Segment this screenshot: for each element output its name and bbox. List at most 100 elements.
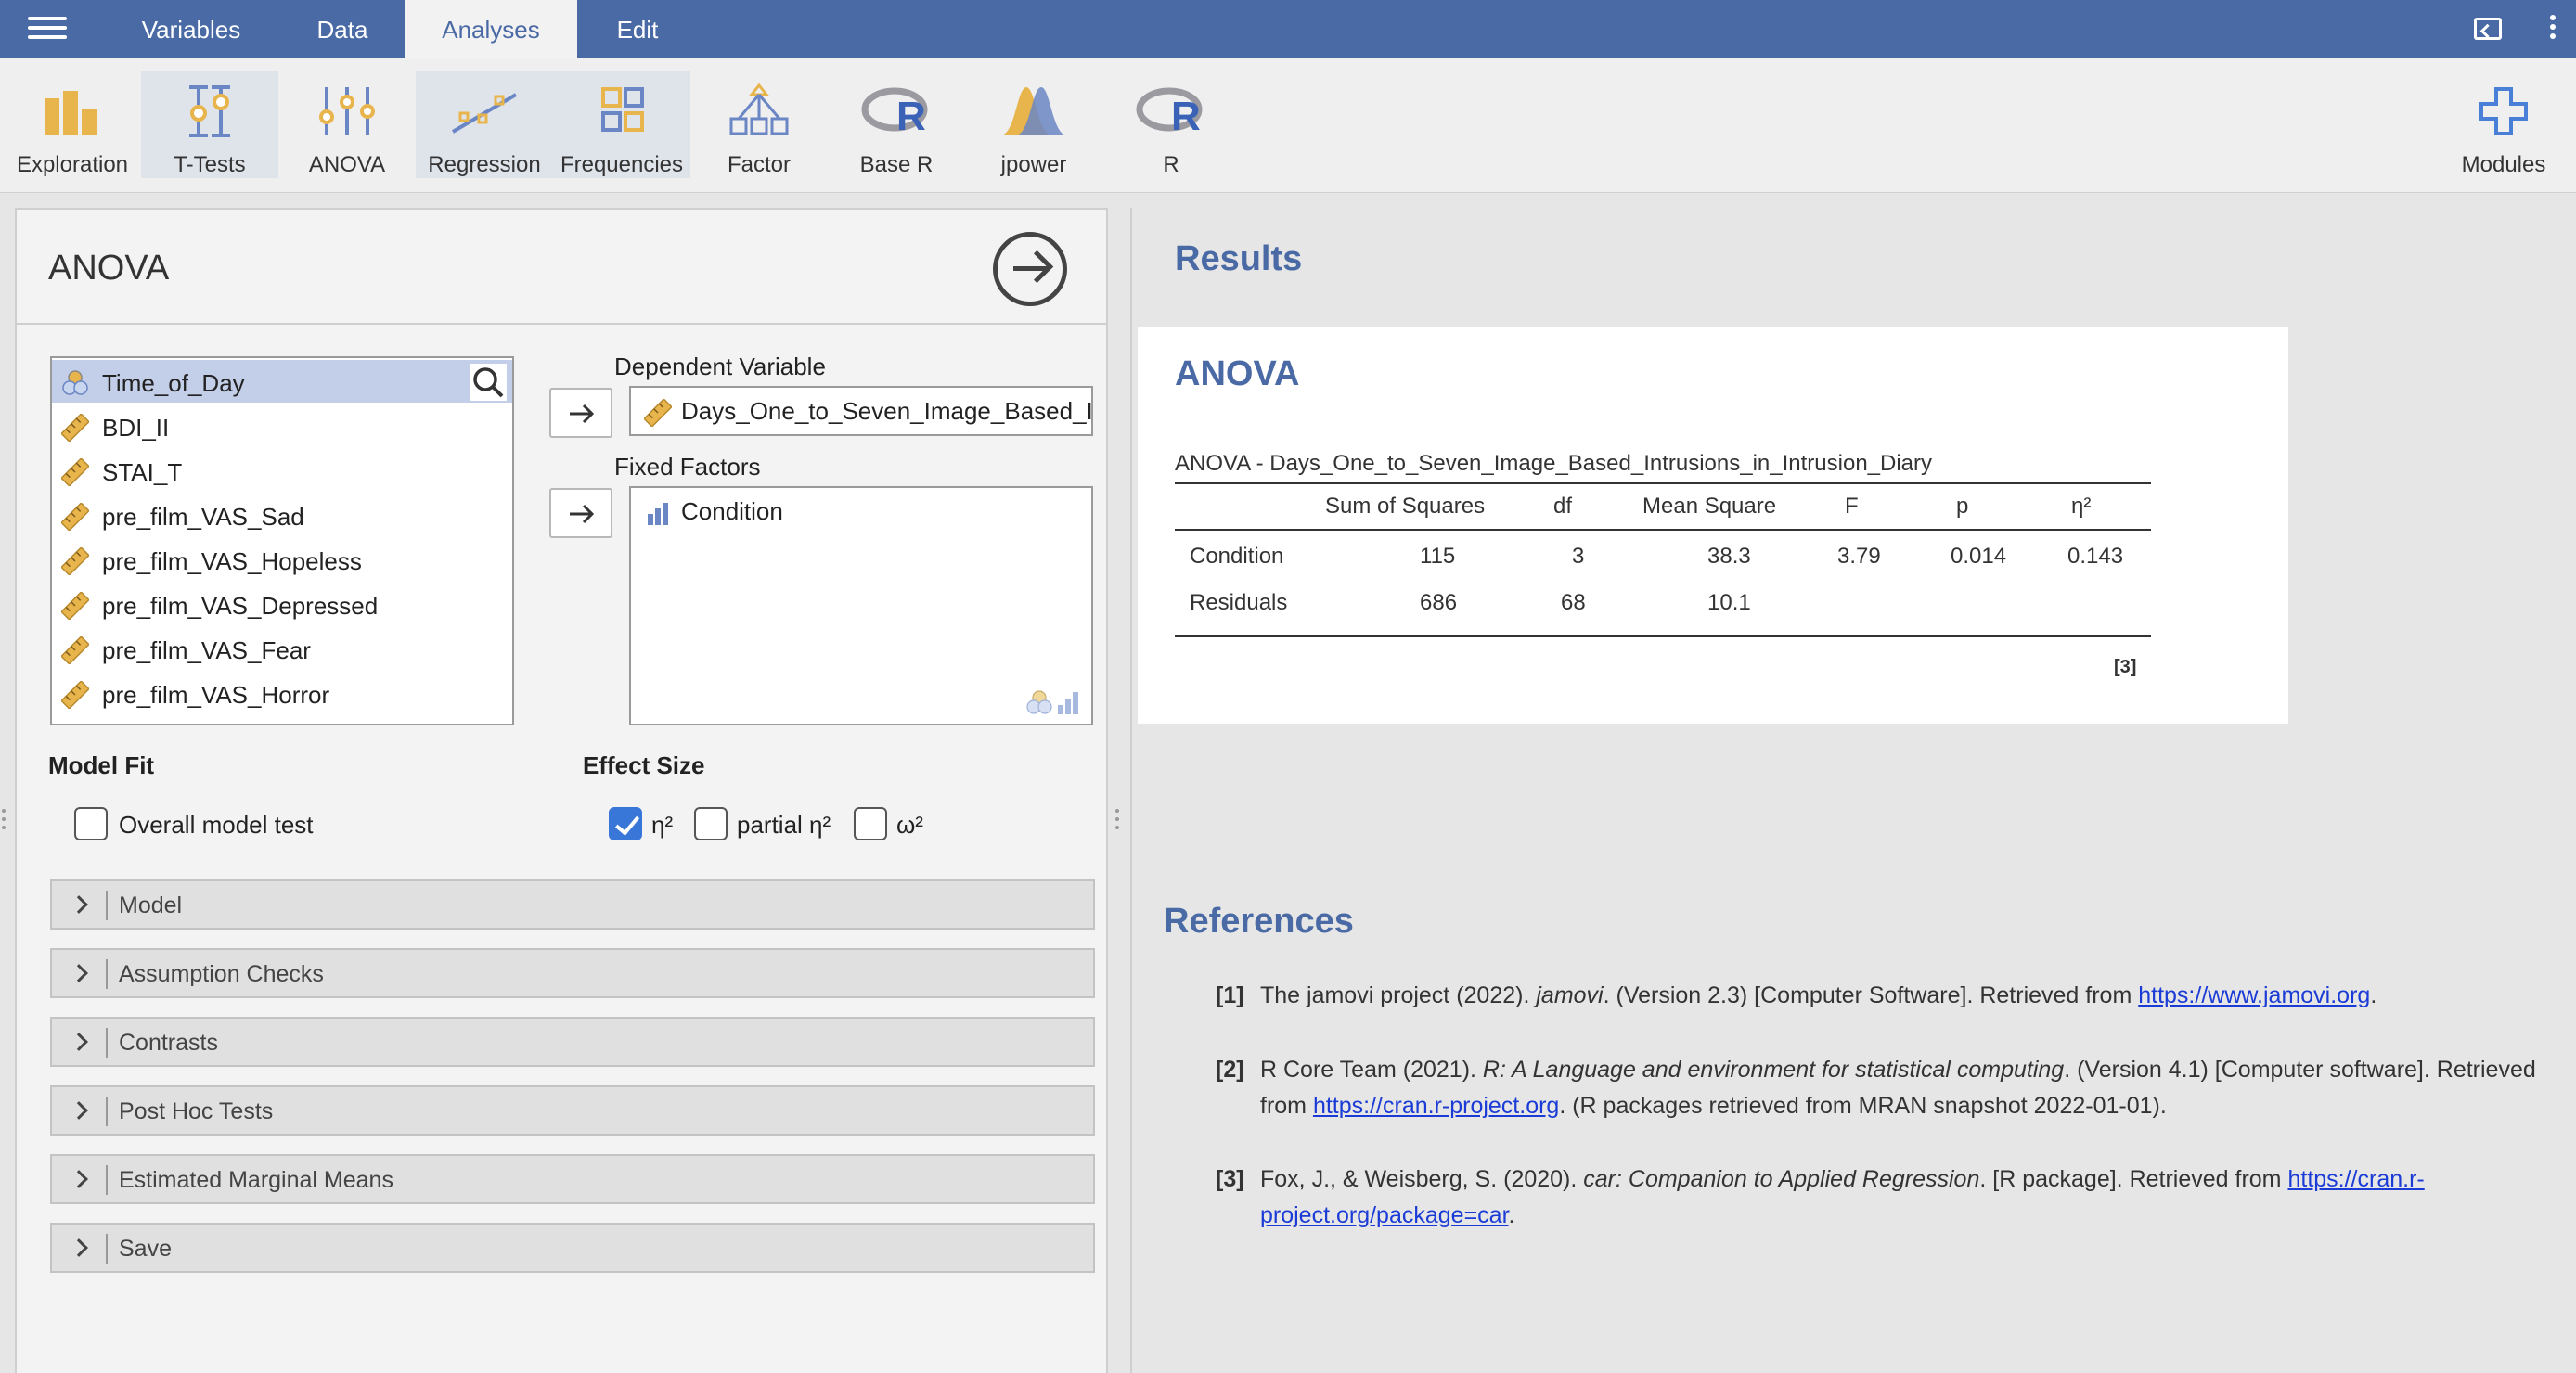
arrow-right-circle-icon[interactable]	[993, 232, 1067, 306]
section-estimated-marginal-means[interactable]: Estimated Marginal Means	[50, 1154, 1095, 1204]
table-cell: 686	[1420, 590, 1458, 615]
table-caption: ANOVA - Days_One_to_Seven_Image_Based_In…	[1175, 451, 1933, 476]
options-panel: ANOVA Time_of_Day BDI_II STAI_T pre_film…	[15, 208, 1108, 1373]
tab-analyses[interactable]: Analyses	[405, 0, 577, 58]
section-contrasts[interactable]: Contrasts	[50, 1017, 1095, 1067]
top-navigation-bar: Variables Data Analyses Edit	[0, 0, 2576, 58]
dependent-variable-slot[interactable]: Days_One_to_Seven_Image_Based_Intrusions…	[629, 386, 1093, 436]
column-header: p	[1956, 494, 1969, 519]
omega-squared-label: ω²	[896, 811, 923, 839]
references-heading: References	[1164, 902, 1354, 941]
variable-name: Condition	[681, 497, 783, 525]
tab-edit[interactable]: Edit	[594, 0, 681, 58]
table-cell: 3.79	[1837, 544, 1881, 569]
more-options-icon[interactable]	[2548, 15, 2557, 45]
list-item[interactable]: STAI_T	[52, 449, 512, 492]
move-to-factors-button[interactable]	[549, 488, 612, 538]
variable-name: pre_film_VAS_Horror	[102, 681, 330, 709]
nominal-variable-icon	[62, 370, 88, 395]
variable-name: pre_film_VAS_Depressed	[102, 592, 379, 620]
results-panel: Results ANOVA ANOVA - Days_One_to_Seven_…	[1130, 208, 2576, 1373]
ribbon-label: Regression	[428, 152, 541, 177]
table-cell: 38.3	[1707, 544, 1751, 569]
section-label: Estimated Marginal Means	[119, 1167, 393, 1193]
t-tests-icon	[189, 85, 230, 137]
ribbon-label: Factor	[727, 152, 791, 177]
variable-name: Days_One_to_Seven_Image_Based_Intrusions…	[681, 397, 1093, 425]
ribbon-regression-button[interactable]: Regression	[416, 71, 553, 178]
ribbon-factor-button[interactable]: Factor	[690, 71, 828, 178]
overall-model-test-checkbox[interactable]	[74, 807, 108, 840]
regression-icon	[451, 93, 518, 134]
section-post-hoc-tests[interactable]: Post Hoc Tests	[50, 1085, 1095, 1136]
section-save[interactable]: Save	[50, 1223, 1095, 1273]
table-cell: 115	[1420, 544, 1456, 569]
svg-text:R: R	[1171, 94, 1201, 139]
panel-resize-grip[interactable]	[1115, 809, 1121, 833]
overall-model-test-label: Overall model test	[119, 811, 314, 839]
variable-list[interactable]: Time_of_Day BDI_II STAI_T pre_film_VAS_S…	[50, 356, 514, 725]
svg-text:R: R	[896, 94, 926, 139]
window-mode-icon[interactable]	[2474, 18, 2502, 40]
omega-squared-checkbox[interactable]	[854, 807, 887, 840]
reference-link[interactable]: https://www.jamovi.org	[2138, 982, 2370, 1008]
reference-number: [2]	[1216, 1057, 1244, 1083]
column-header: Sum of Squares	[1325, 494, 1486, 519]
anova-result-card[interactable]: ANOVA ANOVA - Days_One_to_Seven_Image_Ba…	[1138, 327, 2288, 724]
eta-squared-checkbox[interactable]	[609, 807, 642, 840]
results-heading: Results	[1175, 239, 1303, 278]
table-footnote: [3]	[2114, 657, 2137, 677]
section-assumption-checks[interactable]: Assumption Checks	[50, 948, 1095, 998]
move-to-dependent-button[interactable]	[549, 388, 612, 438]
search-icon[interactable]	[470, 364, 507, 401]
chevron-right-icon	[70, 1170, 88, 1188]
eta-squared-label: η²	[651, 811, 674, 839]
fixed-factors-slot[interactable]: Condition	[629, 486, 1093, 725]
ribbon-t-tests-button[interactable]: T-Tests	[141, 71, 278, 178]
ribbon-exploration-button[interactable]: Exploration	[4, 71, 141, 178]
column-header: η²	[2071, 494, 2092, 519]
variable-name: pre_film_VAS_Sad	[102, 503, 304, 531]
table-cell: 68	[1561, 590, 1586, 615]
frequencies-icon	[601, 87, 644, 132]
dependent-variable-label: Dependent Variable	[614, 353, 826, 380]
panel-title: ANOVA	[48, 249, 170, 288]
list-item[interactable]: pre_film_VAS_Sad	[52, 494, 512, 536]
reference-link[interactable]: https://cran.r-project.org	[1313, 1093, 1559, 1119]
chevron-right-icon	[70, 1238, 88, 1257]
list-item[interactable]: pre_film_VAS_Depressed	[52, 583, 512, 625]
column-header: df	[1553, 494, 1573, 519]
model-fit-heading: Model Fit	[48, 751, 155, 779]
plus-icon	[2479, 87, 2528, 135]
tab-variables[interactable]: Variables	[111, 0, 271, 58]
ribbon-anova-button[interactable]: ANOVA	[278, 71, 416, 178]
left-resize-grip[interactable]	[2, 809, 7, 833]
section-label: Assumption Checks	[119, 961, 324, 987]
tab-data[interactable]: Data	[290, 0, 395, 58]
ribbon-modules-button[interactable]: Modules	[2431, 71, 2576, 178]
list-item[interactable]: pre_film_VAS_Horror	[52, 672, 512, 714]
continuous-variable-icon	[61, 636, 89, 664]
ribbon-jpower-button[interactable]: jpower	[965, 71, 1102, 178]
partial-eta-squared-label: partial η²	[737, 811, 831, 839]
section-label: Contrasts	[119, 1030, 218, 1056]
ribbon-label: T-Tests	[174, 152, 246, 177]
allowed-types-icon	[1026, 690, 1078, 714]
list-item[interactable]: BDI_II	[52, 404, 512, 447]
list-item[interactable]: pre_film_VAS_Fear	[52, 627, 512, 670]
hamburger-menu-icon[interactable]	[28, 17, 67, 43]
table-cell: 10.1	[1707, 590, 1751, 615]
variable-name: BDI_II	[102, 414, 170, 442]
ribbon-r-button[interactable]: R R	[1102, 71, 1240, 178]
section-label: Model	[119, 892, 183, 918]
ribbon-frequencies-button[interactable]: Frequencies	[553, 71, 690, 178]
r-icon: R	[1136, 87, 1203, 139]
list-item[interactable]: pre_film_VAS_Hopeless	[52, 538, 512, 581]
section-model[interactable]: Model	[50, 879, 1095, 930]
partial-eta-squared-checkbox[interactable]	[694, 807, 728, 840]
table-cell: Condition	[1190, 544, 1284, 569]
continuous-variable-icon	[61, 547, 89, 575]
list-item[interactable]: Time_of_Day	[52, 360, 512, 403]
variable-name: Time_of_Day	[102, 369, 245, 397]
ribbon-base-r-button[interactable]: R Base R	[828, 71, 965, 178]
